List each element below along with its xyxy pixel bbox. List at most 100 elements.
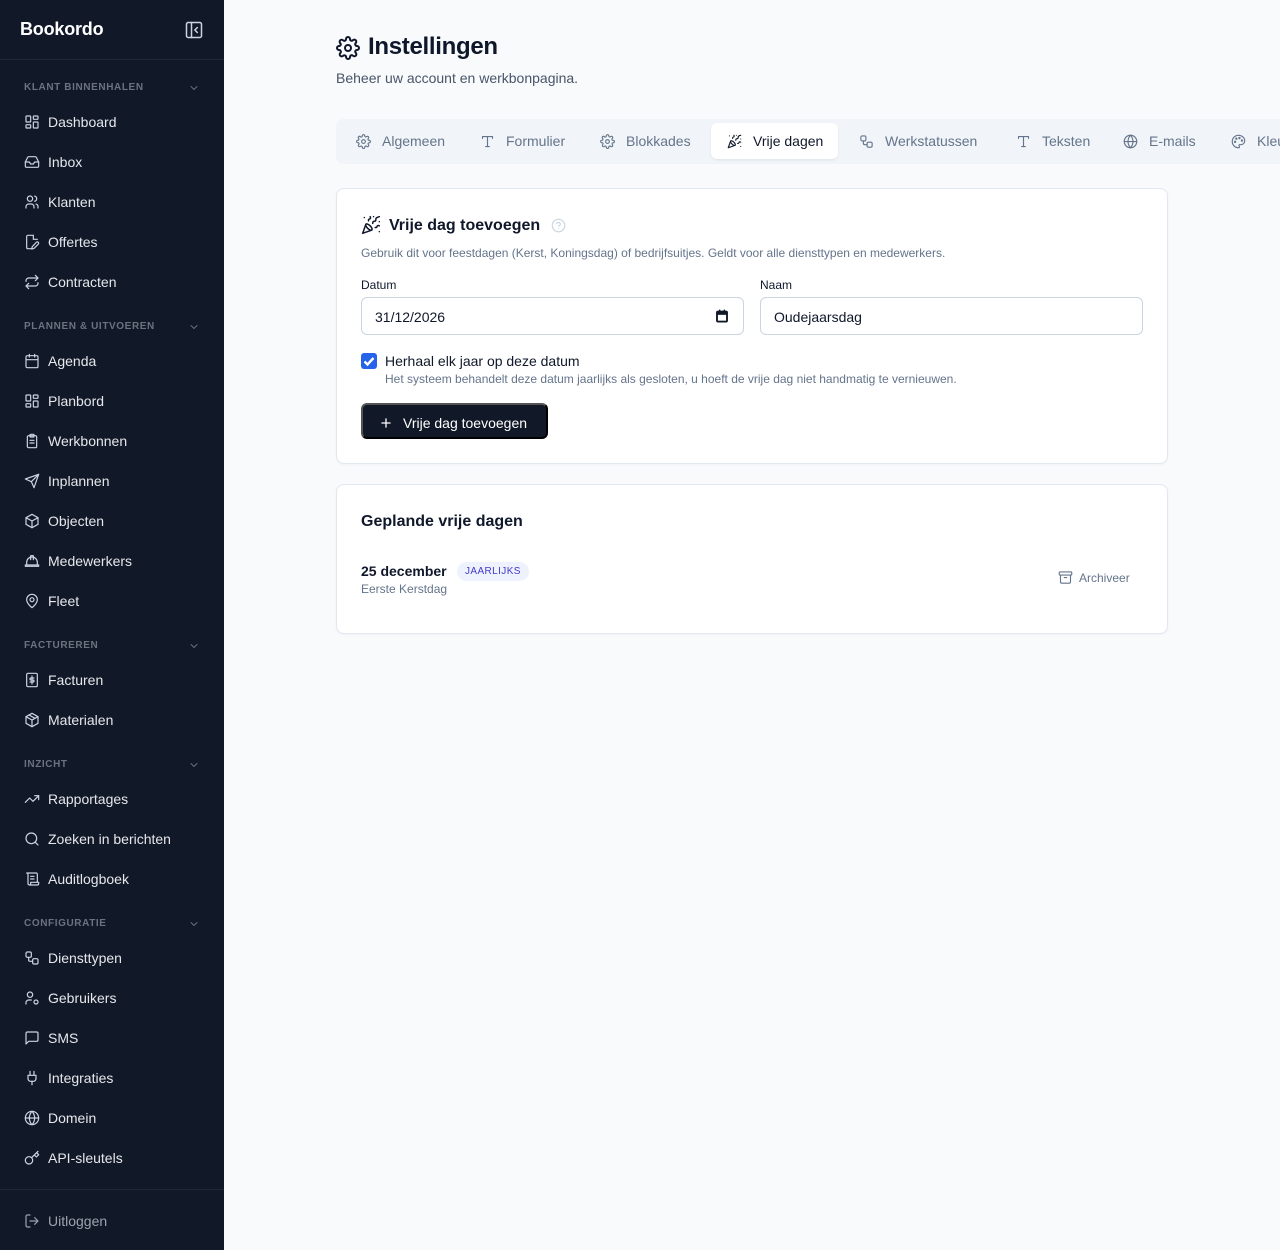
sidebar-item-integraties[interactable]: Integraties [12,1061,212,1095]
sidebar: Bookordo KLANT BINNENHALEN Dashboard Inb… [0,0,224,1250]
tab-label: Blokkades [626,133,691,149]
sidebar-item-facturen[interactable]: Facturen [12,663,212,697]
card-title: Vrije dag toevoegen [389,217,541,234]
tab-label: Formulier [506,133,566,149]
section-configuratie[interactable]: CONFIGURATIE [24,916,200,932]
section-factureren[interactable]: FACTUREREN [24,638,200,654]
sidebar-item-label: Werkbonnen [48,433,128,449]
add-holiday-card: Vrije dag toevoegen Gebruik dit voor fee… [336,188,1168,464]
sidebar-item-domein[interactable]: Domein [12,1101,212,1135]
search-icon [24,831,40,847]
log-out-icon [24,1213,40,1229]
sidebar-item-zoeken-in-berichten[interactable]: Zoeken in berichten [12,822,212,856]
tab-label: Algemeen [382,133,446,149]
add-holiday-button-label: Vrije dag toevoegen [403,415,528,431]
sidebar-item-sms[interactable]: SMS [12,1021,212,1055]
tab-kleuren[interactable]: Kleuren [1215,123,1280,159]
sidebar-item-api-sleutels[interactable]: API-sleutels [12,1141,212,1175]
workflow-icon [859,134,874,149]
sidebar-item-label: Klanten [48,194,96,210]
settings-icon [336,36,360,60]
sidebar-item-diensttypen[interactable]: Diensttypen [12,941,212,975]
plus-icon [379,416,393,430]
globe-icon [24,1110,40,1126]
chevron-down-icon [188,82,200,94]
party-popper-icon [727,134,742,149]
receipt-icon [24,672,40,688]
section-plannen-uitvoeren[interactable]: PLANNEN & UITVOEREN [24,319,200,335]
sidebar-item-label: Facturen [48,672,104,688]
recurring-badge: JAARLIJKS [457,562,529,581]
card-description: Gebruik dit voor feestdagen (Kerst, Koni… [361,246,946,260]
sidebar-item-werkbonnen[interactable]: Werkbonnen [12,424,212,458]
repeat-yearly-label[interactable]: Herhaal elk jaar op deze datum [385,353,580,369]
help-circle-icon[interactable] [551,218,566,233]
sidebar-item-inbox[interactable]: Inbox [12,145,212,179]
sidebar-item-label: Fleet [48,593,80,609]
section-klant-binnenhalen[interactable]: KLANT BINNENHALEN [24,80,200,96]
hard-hat-icon [24,553,40,569]
section-title: PLANNEN & UITVOEREN [24,321,155,332]
file-edit-icon [24,234,40,250]
logout-button[interactable]: Uitloggen [12,1204,212,1238]
sidebar-item-materialen[interactable]: Materialen [12,703,212,737]
sidebar-item-fleet[interactable]: Fleet [12,584,212,618]
sidebar-item-label: Objecten [48,513,105,529]
section-title: CONFIGURATIE [24,918,107,929]
users-icon [24,194,40,210]
name-value: Oudejaarsdag [774,309,862,325]
calendar-icon[interactable] [715,309,729,323]
sidebar-item-label: Dashboard [48,114,117,130]
tab-vrije-dagen[interactable]: Vrije dagen [711,123,838,159]
holiday-name: Eerste Kerstdag [361,582,448,596]
sidebar-item-medewerkers[interactable]: Medewerkers [12,544,212,578]
sidebar-item-offertes[interactable]: Offertes [12,225,212,259]
chevron-down-icon [188,321,200,333]
section-title: FACTUREREN [24,640,99,651]
plug-icon [24,1070,40,1086]
tab-label: Kleuren [1257,133,1280,149]
tab-algemeen[interactable]: Algemeen [340,123,460,159]
sidebar-item-auditlogboek[interactable]: Auditlogboek [12,862,212,896]
tab-blokkades[interactable]: Blokkades [584,123,704,159]
tab-werkstatussen[interactable]: Werkstatussen [843,123,996,159]
sidebar-item-gebruikers[interactable]: Gebruikers [12,981,212,1015]
brand-logo: Bookordo [20,19,104,39]
sidebar-item-label: Gebruikers [48,990,117,1006]
sidebar-item-dashboard[interactable]: Dashboard [12,105,212,139]
tab-e-mails[interactable]: E-mails [1107,123,1211,159]
archive-button[interactable]: Archiveer [1055,569,1135,587]
type-icon [480,134,495,149]
sidebar-collapse-icon[interactable] [184,20,204,40]
add-holiday-button[interactable]: Vrije dag toevoegen [361,403,548,439]
sidebar-item-agenda[interactable]: Agenda [12,344,212,378]
sidebar-item-inplannen[interactable]: Inplannen [12,464,212,498]
sidebar-item-planbord[interactable]: Planbord [12,384,212,418]
tab-label: Vrije dagen [753,133,824,149]
sidebar-item-label: Agenda [48,353,97,369]
sidebar-item-objecten[interactable]: Objecten [12,504,212,538]
sidebar-item-rapportages[interactable]: Rapportages [12,782,212,816]
sidebar-header: Bookordo [0,0,224,60]
user-cog-icon [24,990,40,1006]
sidebar-item-label: Diensttypen [48,950,122,966]
message-square-icon [24,1030,40,1046]
layout-dashboard-icon [24,114,40,130]
map-pin-icon [24,593,40,609]
repeat-yearly-checkbox[interactable] [361,353,377,369]
archive-icon [1058,570,1073,585]
party-popper-icon [361,215,381,235]
date-input[interactable]: 31/12/2026 [361,297,744,335]
sidebar-item-contracten[interactable]: Contracten [12,265,212,299]
section-title: INZICHT [24,759,68,770]
sidebar-item-label: Rapportages [48,791,129,807]
date-label: Datum [361,278,397,292]
name-label: Naam [760,278,793,292]
sidebar-footer: Uitloggen [0,1189,224,1250]
tab-teksten[interactable]: Teksten [1000,123,1102,159]
section-title: KLANT BINNENHALEN [24,82,144,93]
sidebar-item-klanten[interactable]: Klanten [12,185,212,219]
tab-formulier[interactable]: Formulier [464,123,580,159]
section-inzicht[interactable]: INZICHT [24,757,200,773]
name-input[interactable]: Oudejaarsdag [760,297,1143,335]
